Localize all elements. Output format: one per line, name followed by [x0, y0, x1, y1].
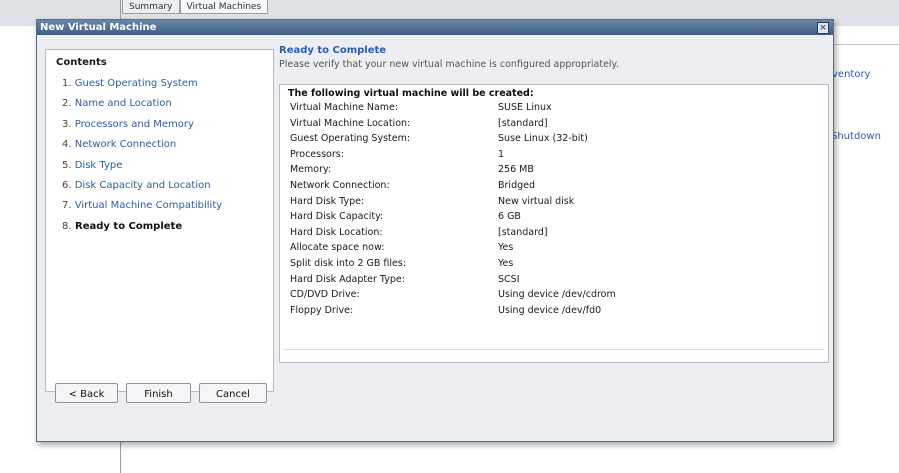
- summary-key: Split disk into 2 GB files:: [290, 257, 407, 269]
- summary-value: Suse Linux (32-bit): [498, 133, 588, 145]
- summary-value: SCSI: [498, 273, 520, 285]
- step-item: 8. Ready to Complete: [62, 221, 222, 241]
- contents-title: Contents: [56, 57, 107, 68]
- step-label: Disk Capacity and Location: [74, 179, 211, 191]
- summary-key: Processors:: [290, 148, 344, 160]
- summary-value: Using device /dev/fd0: [498, 304, 602, 316]
- step-number: 1.: [62, 78, 72, 89]
- inventory-link[interactable]: ventory: [832, 69, 870, 80]
- step-label: Network Connection: [74, 139, 177, 151]
- summary-key: Virtual Machine Location:: [290, 117, 411, 129]
- summary-key: Hard Disk Type:: [290, 195, 365, 207]
- tab-summary[interactable]: Summary: [122, 0, 180, 14]
- step-item[interactable]: 2. Name and Location: [62, 98, 222, 118]
- step-number: 8.: [62, 220, 72, 232]
- dialog-titlebar[interactable]: New Virtual Machine ×: [37, 20, 833, 35]
- step-label: Ready to Complete: [75, 220, 183, 232]
- finish-button[interactable]: Finish: [126, 383, 191, 403]
- step-number: 6.: [62, 179, 72, 191]
- summary-value: Yes: [498, 257, 514, 269]
- summary-key: Memory:: [290, 164, 332, 176]
- new-virtual-machine-dialog: New Virtual Machine × Contents 1. Guest …: [36, 19, 834, 442]
- step-number: 4.: [62, 139, 72, 151]
- summary-key: Allocate space now:: [290, 242, 385, 254]
- summary-value: Bridged: [498, 179, 535, 191]
- steps-list: 1. Guest Operating System 2. Name and Loc…: [62, 78, 222, 241]
- step-item[interactable]: 6. Disk Capacity and Location: [62, 180, 222, 200]
- summary-value: Using device /dev/cdrom: [498, 289, 616, 301]
- page-subtitle: Please verify that your new virtual mach…: [279, 59, 619, 70]
- summary-value: 6 GB: [498, 211, 521, 223]
- background-panel: [830, 44, 899, 165]
- divider: [284, 349, 824, 350]
- step-number: 7.: [62, 200, 72, 212]
- summary-key: Hard Disk Location:: [290, 226, 383, 238]
- step-number: 3.: [62, 118, 72, 130]
- step-label: Processors and Memory: [74, 118, 194, 130]
- summary-key: Guest Operating System:: [290, 133, 411, 145]
- summary-key: Virtual Machine Name:: [290, 102, 399, 113]
- summary-value: 256 MB: [498, 164, 534, 176]
- close-icon[interactable]: ×: [817, 22, 829, 34]
- summary-value: 1: [498, 148, 505, 160]
- step-label: Disk Type: [74, 159, 123, 171]
- summary-title: The following virtual machine will be cr…: [288, 88, 534, 99]
- summary-box: The following virtual machine will be cr…: [279, 84, 829, 363]
- summary-value: [standard]: [498, 226, 548, 238]
- summary-key: Floppy Drive:: [290, 304, 354, 316]
- dialog-title: New Virtual Machine: [40, 22, 157, 33]
- summary-key: CD/DVD Drive:: [290, 289, 360, 301]
- step-item[interactable]: 4. Network Connection: [62, 139, 222, 159]
- contents-panel: Contents 1. Guest Operating System 2. Nam…: [45, 49, 274, 392]
- summary-value: [standard]: [498, 117, 548, 129]
- shutdown-link[interactable]: Shutdown: [831, 131, 881, 142]
- summary-key: Hard Disk Capacity:: [290, 211, 384, 223]
- summary-key: Hard Disk Adapter Type:: [290, 273, 405, 285]
- cancel-button[interactable]: Cancel: [199, 383, 267, 403]
- summary-value: New virtual disk: [498, 195, 575, 207]
- back-button[interactable]: < Back: [55, 383, 118, 403]
- step-item[interactable]: 3. Processors and Memory: [62, 119, 222, 139]
- step-item[interactable]: 5. Disk Type: [62, 160, 222, 180]
- step-number: 5.: [62, 159, 72, 171]
- page-title: Ready to Complete: [279, 45, 387, 56]
- tab-virtual-machines[interactable]: Virtual Machines: [179, 0, 269, 14]
- step-label: Name and Location: [74, 98, 172, 110]
- summary-value: SUSE Linux: [498, 102, 552, 113]
- step-label: Guest Operating System: [74, 78, 198, 89]
- step-label: Virtual Machine Compatibility: [74, 200, 223, 212]
- step-number: 2.: [62, 98, 72, 110]
- step-item[interactable]: 1. Guest Operating System: [62, 78, 222, 98]
- background-tabbar: Summary Virtual Machines: [122, 0, 269, 14]
- summary-value: Yes: [498, 242, 514, 254]
- step-item[interactable]: 7. Virtual Machine Compatibility: [62, 200, 222, 220]
- summary-key: Network Connection:: [290, 179, 390, 191]
